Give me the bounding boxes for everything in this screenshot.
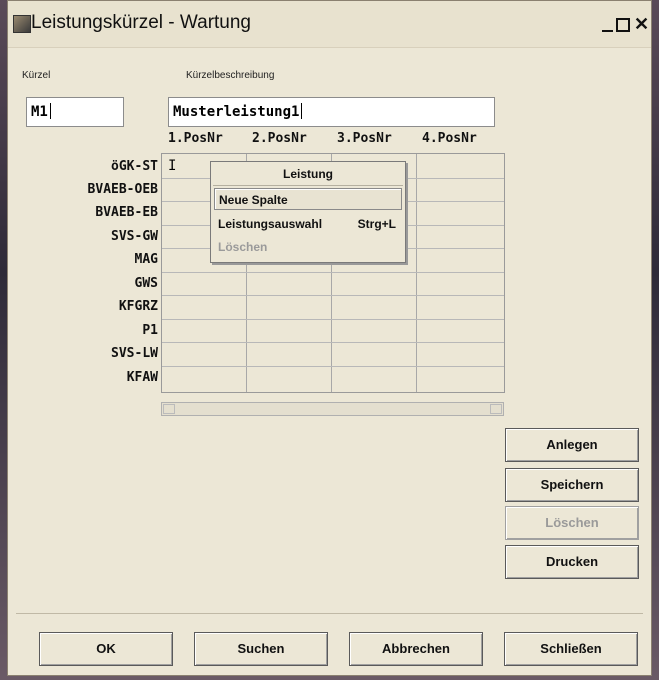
minimize-icon[interactable] (600, 17, 616, 33)
row-header: BVAEB-OEB (87, 182, 158, 197)
menu-item-label: Leistungsauswahl (218, 217, 323, 231)
loeschen-button[interactable]: Löschen (505, 506, 639, 540)
text-cursor-icon: I (168, 158, 177, 174)
abbrechen-button-label: Abbrechen (382, 641, 450, 656)
column-header: 1.PosNr (168, 131, 223, 146)
grid-divider (416, 154, 417, 392)
beschreibung-value: Musterleistung1 (173, 104, 300, 120)
speichern-button-label: Speichern (540, 477, 604, 492)
anlegen-button-label: Anlegen (546, 437, 598, 452)
menu-item-label: Neue Spalte (219, 193, 288, 207)
scroll-right-icon[interactable] (490, 404, 502, 414)
app-icon[interactable] (13, 15, 31, 33)
row-header: GWS (134, 276, 158, 291)
speichern-button[interactable]: Speichern (505, 468, 639, 502)
menu-item-leistungsauswahl[interactable]: Leistungsauswahl Strg+L (214, 213, 402, 235)
grid-divider (162, 272, 504, 273)
grid-divider (162, 319, 504, 320)
close-icon[interactable]: ✕ (634, 15, 650, 33)
maximize-icon[interactable] (616, 18, 630, 32)
schliessen-button[interactable]: Schließen (504, 632, 638, 666)
row-header: öGK-ST (111, 159, 158, 174)
beschreibung-input[interactable]: Musterleistung1 (168, 97, 495, 127)
ok-button[interactable]: OK (39, 632, 173, 666)
suchen-button-label: Suchen (237, 641, 285, 656)
context-menu: Leistung Neue Spalte Leistungsauswahl St… (210, 161, 406, 263)
row-header: KFGRZ (118, 299, 158, 314)
menu-item-loeschen[interactable]: Löschen (214, 236, 402, 258)
menu-item-neue-spalte[interactable]: Neue Spalte (214, 188, 402, 210)
row-header: MAG (134, 252, 158, 267)
grid-divider (162, 295, 504, 296)
row-header: P1 (142, 323, 158, 338)
loeschen-button-label: Löschen (545, 515, 599, 530)
row-headers: öGK-ST BVAEB-OEB BVAEB-EB SVS-GW MAG GWS… (48, 153, 158, 393)
context-menu-title: Leistung (283, 167, 333, 181)
title-bar[interactable]: Leistungskürzel - Wartung ✕ (8, 1, 651, 48)
column-header: 3.PosNr (337, 131, 392, 146)
menu-separator (213, 185, 403, 186)
grid-divider (162, 342, 504, 343)
window-title: Leistungskürzel - Wartung (31, 12, 252, 33)
row-header: SVS-LW (111, 346, 158, 361)
suchen-button[interactable]: Suchen (194, 632, 328, 666)
scroll-left-icon[interactable] (163, 404, 175, 414)
ok-button-label: OK (96, 641, 116, 656)
abbrechen-button[interactable]: Abbrechen (349, 632, 483, 666)
drucken-button-label: Drucken (545, 554, 599, 569)
column-header: 4.PosNr (422, 131, 477, 146)
drucken-button[interactable]: Drucken (505, 545, 639, 579)
row-header: SVS-GW (111, 229, 158, 244)
menu-item-label: Löschen (218, 240, 268, 254)
anlegen-button[interactable]: Anlegen (505, 428, 639, 462)
kuerzel-label: Kürzel (22, 70, 51, 81)
kuerzel-input[interactable]: M1 (26, 97, 124, 127)
beschreibung-label: Kürzelbeschreibung (186, 70, 275, 81)
menu-item-shortcut: Strg+L (357, 217, 396, 231)
text-cursor-icon (49, 103, 53, 119)
footer-divider (16, 613, 643, 614)
text-cursor-icon (301, 103, 304, 119)
schliessen-button-label: Schließen (540, 641, 602, 656)
kuerzel-value: M1 (31, 104, 48, 120)
grid-divider (162, 366, 504, 367)
horizontal-scrollbar[interactable] (161, 402, 504, 416)
column-header: 2.PosNr (252, 131, 307, 146)
row-header: BVAEB-EB (95, 205, 158, 220)
main-window: Leistungskürzel - Wartung ✕ Kürzel Kürze… (7, 0, 652, 676)
row-header: KFAW (126, 370, 158, 385)
